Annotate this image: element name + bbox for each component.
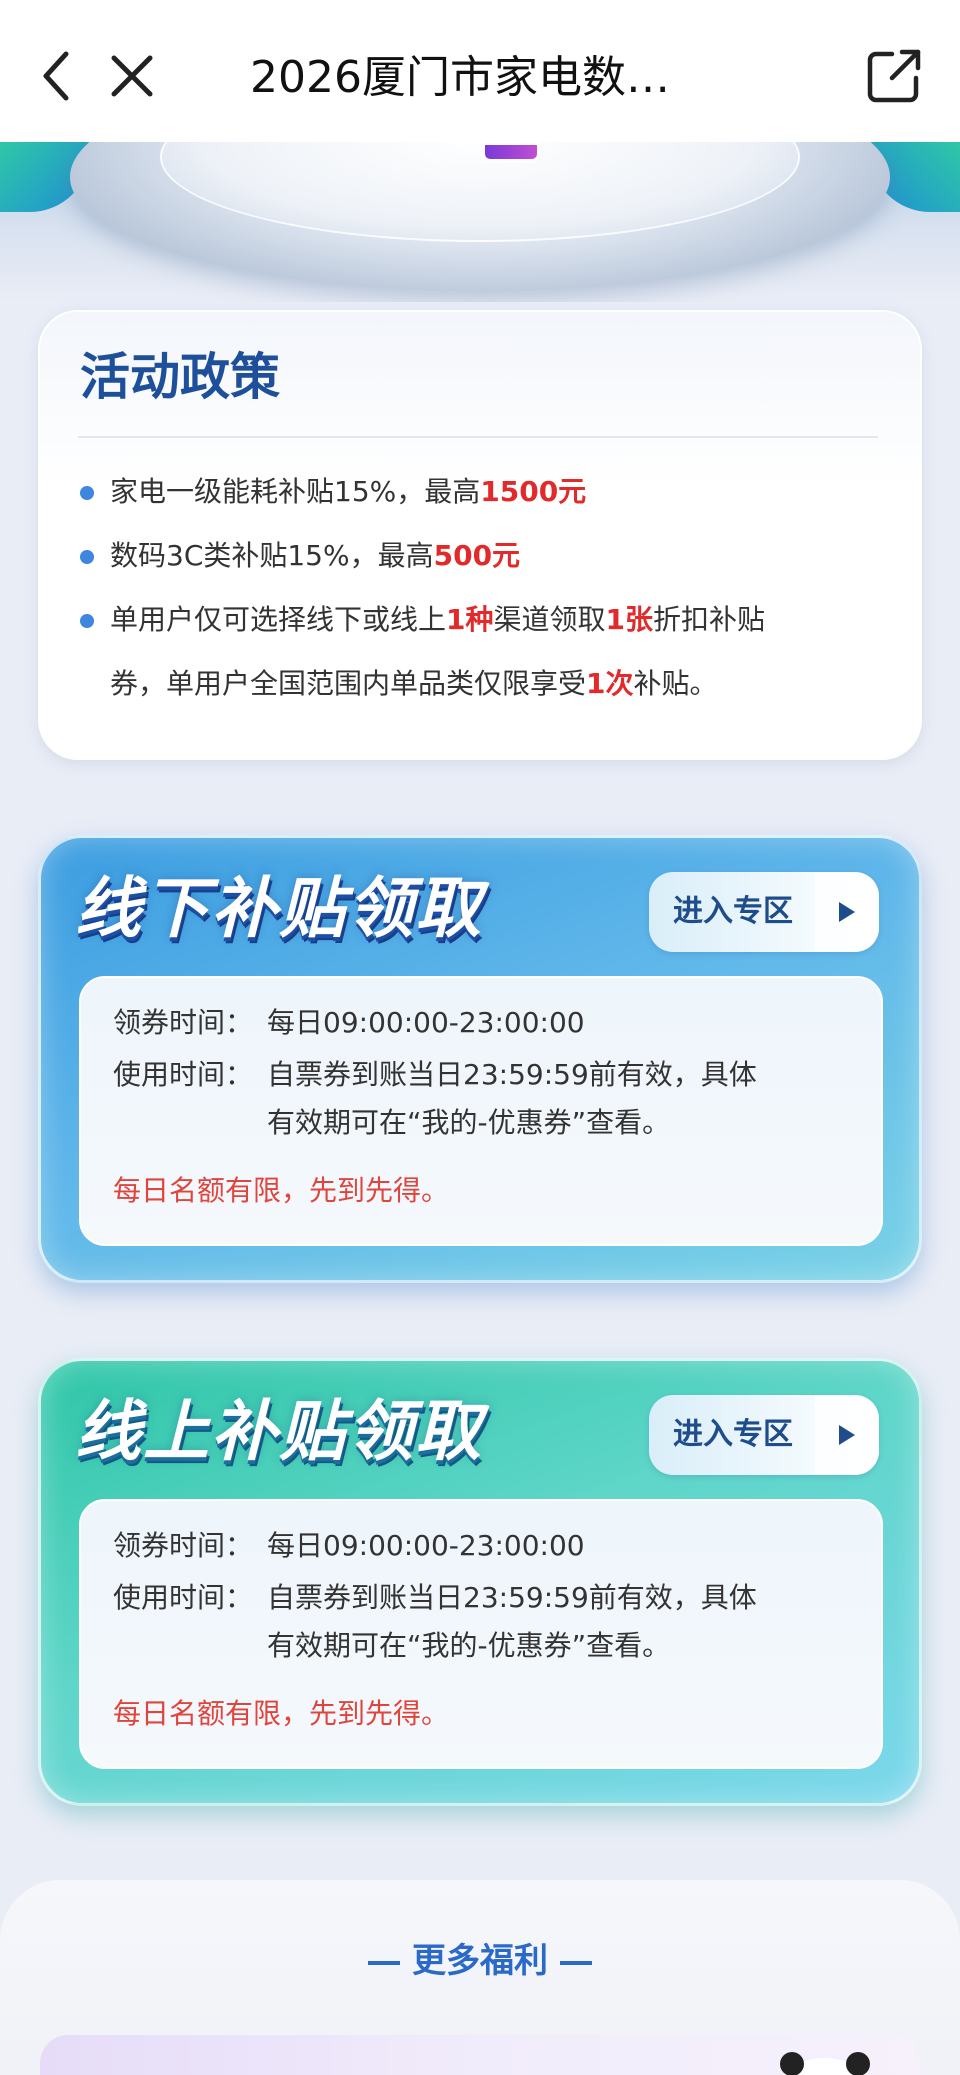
back-icon[interactable] (26, 44, 90, 108)
online-subsidy-heading: 线上补贴领取 (75, 1393, 483, 1470)
more-benefits-label: 更多福利 (412, 1941, 548, 1981)
use-time-value-continued: 有效期可在“我的-优惠券”查看。 (267, 1629, 671, 1662)
policy-title: 活动政策 (80, 348, 280, 406)
claim-time-value: 每日09:00:00-23:00:00 (267, 1006, 585, 1039)
title-dash-left (368, 1960, 400, 1965)
use-time-label: 使用时间： (113, 1058, 254, 1091)
policy-text: 补贴。 (633, 667, 718, 700)
policy-highlight: 500元 (433, 539, 521, 572)
offline-subsidy-heading: 线下补贴领取 (75, 870, 483, 947)
top-nav-bar: 2026厦门市家电数… (0, 0, 960, 142)
use-time-value: 自票券到账当日23:59:59前有效，具体 (267, 1058, 757, 1091)
online-enter-zone-button[interactable]: 进入专区 (649, 1395, 879, 1475)
offline-enter-zone-button[interactable]: 进入专区 (649, 872, 879, 952)
offline-info-panel: 领券时间： 每日09:00:00-23:00:00 使用时间： 自票券到账当日2… (79, 976, 883, 1246)
use-time-label: 使用时间： (113, 1581, 254, 1614)
more-benefits-title: 更多福利 (0, 1933, 960, 1989)
close-icon[interactable] (100, 44, 164, 108)
policy-text: 家电一级能耗补贴15%，最高 (110, 475, 481, 508)
policy-text: 折扣补贴 (653, 603, 766, 636)
policy-item: 家电一级能耗补贴15%，最高1500元 (80, 460, 880, 524)
policy-highlight: 1张 (605, 603, 653, 636)
offline-subsidy-card: 线下补贴领取 进入专区 领券时间： 每日09:00:00-23:00:00 使用… (38, 835, 922, 1283)
policy-card: 活动政策 家电一级能耗补贴15%，最高1500元 数码3C类补贴15%，最高50… (38, 310, 922, 760)
page-title: 2026厦门市家电数… (250, 52, 670, 103)
arrow-right-icon (815, 1395, 879, 1475)
enter-zone-label: 进入专区 (673, 1417, 793, 1452)
hero-product-image (482, 142, 540, 162)
arrow-right-icon (815, 872, 879, 952)
policy-text: 单用户仅可选择线下或线上 (110, 603, 447, 636)
policy-text: 数码3C类补贴15%，最高 (110, 539, 434, 572)
policy-highlight: 1次 (586, 667, 634, 700)
bullet-dot-icon (80, 486, 94, 500)
title-dash-right (560, 1960, 592, 1965)
hero-banner (0, 142, 960, 302)
policy-highlight: 1500元 (480, 475, 587, 508)
online-subsidy-card: 线上补贴领取 进入专区 领券时间： 每日09:00:00-23:00:00 使用… (38, 1358, 922, 1806)
policy-item: 数码3C类补贴15%，最高500元 (80, 524, 880, 588)
enter-zone-label: 进入专区 (673, 894, 793, 929)
use-time-value: 自票券到账当日23:59:59前有效，具体 (267, 1581, 757, 1614)
share-icon[interactable] (862, 44, 926, 108)
use-time-value-continued: 有效期可在“我的-优惠券”查看。 (267, 1106, 671, 1139)
policy-highlight: 1种 (446, 603, 494, 636)
policy-text: 券，单用户全国范围内单品类仅限享受 (110, 667, 587, 700)
claim-time-label: 领券时间： (113, 1006, 254, 1039)
quota-notice: 每日名额有限，先到先得。 (113, 1174, 450, 1207)
divider (78, 436, 878, 438)
online-info-panel: 领券时间： 每日09:00:00-23:00:00 使用时间： 自票券到账当日2… (79, 1499, 883, 1769)
claim-time-value: 每日09:00:00-23:00:00 (267, 1529, 585, 1562)
bullet-dot-icon (80, 614, 94, 628)
bullet-dot-icon (80, 550, 94, 564)
policy-text: 渠道领取 (493, 603, 606, 636)
claim-time-label: 领券时间： (113, 1529, 254, 1562)
policy-item: 单用户仅可选择线下或线上1种渠道领取1张折扣补贴 券，单用户全国范围内单品类仅限… (80, 588, 880, 716)
panda-mascot-icon (770, 2050, 880, 2075)
quota-notice: 每日名额有限，先到先得。 (113, 1697, 450, 1730)
